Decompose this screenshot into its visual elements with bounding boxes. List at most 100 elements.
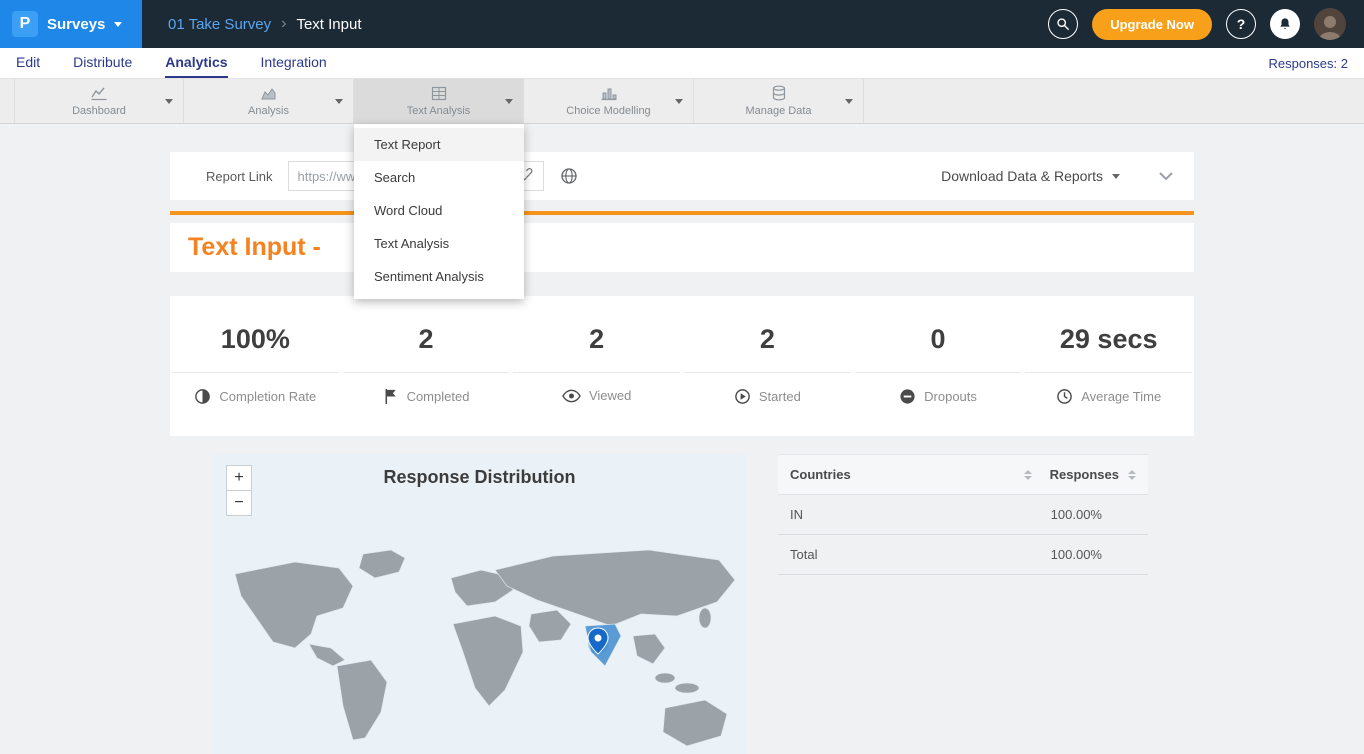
brand-logo-letter: P: [20, 15, 31, 33]
responses-cell: 100.00%: [1026, 507, 1136, 522]
stat-viewed: 2 Viewed: [511, 296, 682, 436]
download-data-reports-menu[interactable]: Download Data & Reports: [941, 168, 1120, 184]
text-analysis-dropdown-menu: Text Report Search Word Cloud Text Analy…: [354, 124, 524, 299]
topbar-actions: Upgrade Now ?: [1048, 8, 1364, 40]
product-name: Surveys: [47, 16, 105, 33]
nav-item-integration[interactable]: Integration: [261, 48, 327, 78]
breadcrumb-survey-name[interactable]: 01 Take Survey: [168, 16, 271, 33]
sort-icon[interactable]: [1024, 470, 1032, 480]
tab-label: Text Analysis: [407, 105, 471, 117]
table-header-row: Countries Responses: [778, 454, 1148, 495]
stat-label: Started: [759, 389, 801, 404]
chevron-down-icon[interactable]: [505, 99, 513, 104]
flag-icon: [383, 388, 399, 405]
world-map[interactable]: [213, 540, 746, 754]
stat-value: 2: [684, 324, 851, 373]
zoom-in-button[interactable]: +: [226, 465, 252, 491]
table-chart-icon: [431, 86, 447, 101]
page-title: Text Input -: [188, 233, 321, 262]
collapse-panel-button[interactable]: [1158, 171, 1174, 181]
table-row: IN 100.00%: [778, 495, 1148, 535]
analytics-toolbar: Dashboard Analysis Text Analysis Choice …: [0, 79, 1364, 124]
stat-label: Average Time: [1081, 389, 1161, 404]
eye-icon: [562, 389, 581, 403]
stat-label: Completed: [407, 389, 470, 404]
tab-label: Analysis: [248, 105, 289, 117]
brand-logo: P: [12, 11, 38, 37]
menu-item-search[interactable]: Search: [354, 161, 524, 194]
stat-value: 100%: [172, 324, 339, 373]
search-button[interactable]: [1048, 9, 1078, 39]
chevron-down-icon[interactable]: [165, 99, 173, 104]
map-zoom-controls: + −: [226, 465, 252, 516]
report-link-bar: Report Link Download Data & Reports: [170, 152, 1194, 200]
country-cell: IN: [790, 507, 1026, 522]
survey-section-nav: Edit Distribute Analytics Integration Re…: [0, 48, 1364, 79]
stat-value: 2: [513, 324, 680, 373]
stat-value: 29 secs: [1025, 324, 1192, 373]
responses-column-header: Responses: [1050, 467, 1119, 482]
accent-divider: [170, 211, 1194, 215]
chevron-down-icon: [1112, 174, 1120, 179]
bar-chart-icon: [600, 86, 618, 101]
breadcrumb: 01 Take Survey › Text Input: [168, 15, 362, 33]
surveys-product-switcher[interactable]: P Surveys: [0, 0, 142, 48]
menu-item-text-report[interactable]: Text Report: [354, 128, 524, 161]
area-chart-icon: [260, 86, 278, 101]
user-avatar[interactable]: [1314, 8, 1346, 40]
stat-label: Viewed: [589, 388, 631, 403]
nav-item-edit[interactable]: Edit: [16, 48, 40, 78]
chevron-down-icon: [114, 22, 122, 27]
download-data-reports-label: Download Data & Reports: [941, 168, 1103, 184]
map-title: Response Distribution: [213, 454, 746, 488]
tab-text-analysis[interactable]: Text Analysis: [354, 79, 524, 123]
tab-label: Choice Modelling: [566, 105, 650, 117]
table-row-total: Total 100.00%: [778, 535, 1148, 575]
question-title-bar: Text Input -: [170, 223, 1194, 272]
tab-choice-modelling[interactable]: Choice Modelling: [524, 79, 694, 123]
play-circle-icon: [734, 388, 751, 405]
chevron-down-icon[interactable]: [335, 99, 343, 104]
nav-item-distribute[interactable]: Distribute: [73, 48, 132, 78]
search-icon: [1056, 17, 1070, 31]
globe-icon: [560, 167, 578, 185]
tab-label: Manage Data: [745, 105, 811, 117]
report-link-label: Report Link: [206, 169, 272, 184]
breadcrumb-separator-icon: ›: [281, 15, 286, 33]
tab-analysis[interactable]: Analysis: [184, 79, 354, 123]
breadcrumb-current-page: Text Input: [296, 16, 361, 33]
tab-manage-data[interactable]: Manage Data: [694, 79, 864, 123]
menu-item-text-analysis[interactable]: Text Analysis: [354, 227, 524, 260]
map-marker-india[interactable]: [588, 628, 608, 654]
response-stats: 100% Completion Rate 2 Completed 2 Viewe…: [170, 296, 1194, 436]
share-globe-button[interactable]: [560, 167, 578, 185]
stat-label: Completion Rate: [219, 389, 316, 404]
tab-label: Dashboard: [72, 105, 126, 117]
notifications-button[interactable]: [1270, 9, 1300, 39]
top-bar: P Surveys 01 Take Survey › Text Input Up…: [0, 0, 1364, 48]
stat-dropouts: 0 Dropouts: [853, 296, 1024, 436]
avatar-silhouette-icon: [1314, 12, 1346, 40]
countries-column-header: Countries: [790, 467, 851, 482]
chevron-down-icon[interactable]: [675, 99, 683, 104]
chevron-down-icon[interactable]: [845, 99, 853, 104]
stat-started: 2 Started: [682, 296, 853, 436]
responses-cell: 100.00%: [1026, 547, 1136, 562]
chevron-down-icon: [1158, 171, 1174, 181]
stat-average-time: 29 secs Average Time: [1023, 296, 1194, 436]
country-cell: Total: [790, 547, 1026, 562]
menu-item-sentiment-analysis[interactable]: Sentiment Analysis: [354, 260, 524, 293]
upgrade-now-button[interactable]: Upgrade Now: [1092, 9, 1212, 40]
completion-rate-icon: [194, 388, 211, 405]
menu-item-word-cloud[interactable]: Word Cloud: [354, 194, 524, 227]
response-distribution-card: Response Distribution + −: [213, 454, 746, 754]
line-chart-icon: [90, 86, 108, 101]
zoom-out-button[interactable]: −: [226, 490, 252, 516]
minus-circle-icon: [899, 388, 916, 405]
nav-item-analytics[interactable]: Analytics: [165, 48, 227, 78]
help-button[interactable]: ?: [1226, 9, 1256, 39]
stat-completed: 2 Completed: [341, 296, 512, 436]
sort-icon[interactable]: [1128, 470, 1136, 480]
tab-dashboard[interactable]: Dashboard: [14, 79, 184, 123]
bell-icon: [1278, 17, 1292, 31]
